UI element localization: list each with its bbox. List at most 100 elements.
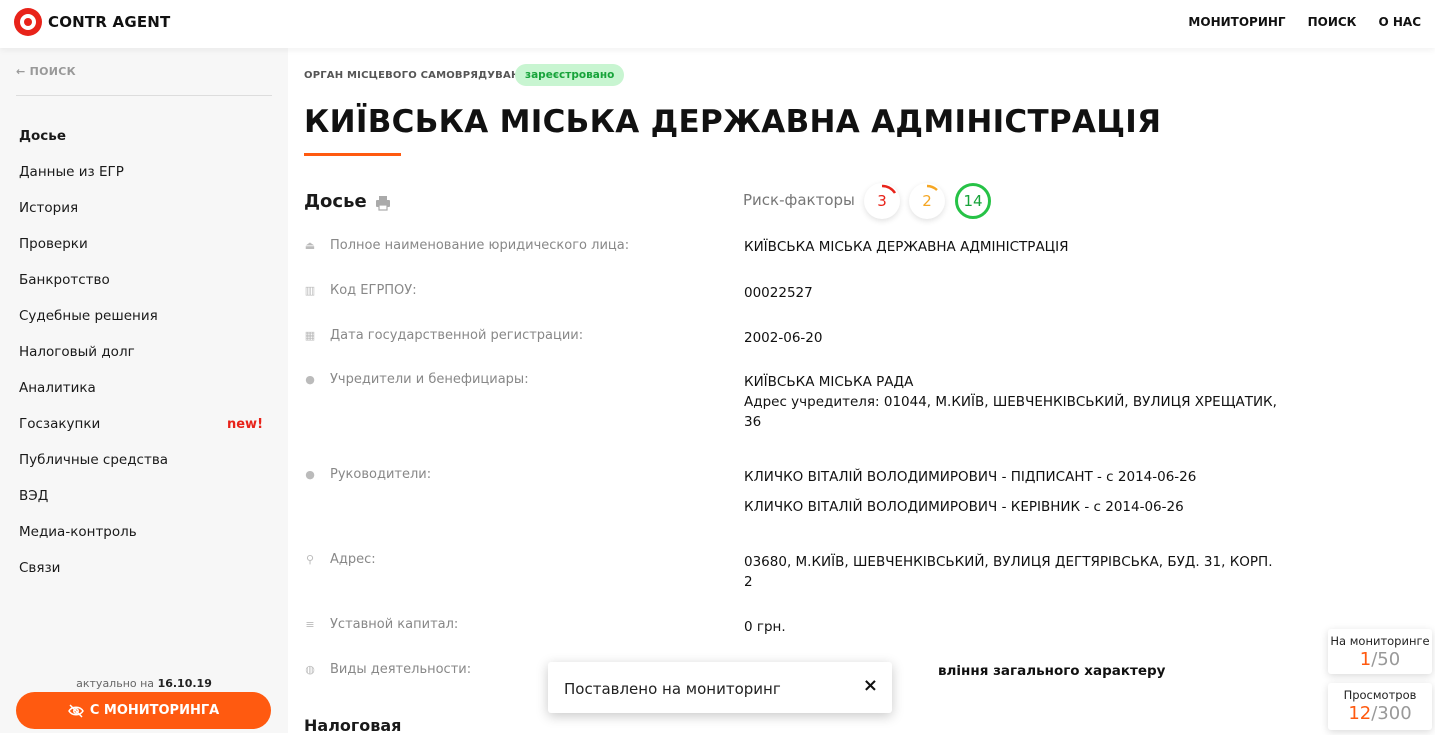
actual-date-note: актуально на 16.10.19 xyxy=(0,677,288,690)
value-text: 03680, М.КИЇВ, ШЕВЧЕНКІВСЬКИЙ, ВУЛИЦЯ ДЕ… xyxy=(744,554,1273,590)
sidebar-item-links[interactable]: Связи xyxy=(19,550,269,586)
value-text: КЛИЧКО ВІТАЛІЙ ВОЛОДИМИРОВИЧ - КЕРІВНИК … xyxy=(744,499,1184,515)
sidebar-item-label: Судебные решения xyxy=(19,308,158,324)
status-badge: зареєстровано xyxy=(515,64,625,86)
page-title: КИЇВСЬКА МІСЬКА ДЕРЖАВНА АДМІНІСТРАЦІЯ xyxy=(304,104,1162,140)
value-text: 2002-06-20 xyxy=(744,330,823,346)
sidebar-item-label: ВЭД xyxy=(19,488,49,504)
label-text: Уставной капитал: xyxy=(330,617,459,632)
sidebar-item-procurement[interactable]: Госзакупки new! xyxy=(19,406,269,442)
sidebar-menu: Досье Данные из ЕГР История Проверки Бан… xyxy=(19,118,269,586)
views-current: 12 xyxy=(1348,703,1372,724)
row-founders-label: ● Учредители и бенефициары: xyxy=(304,372,529,387)
row-address-value: 03680, М.КИЇВ, ШЕВЧЕНКІВСЬКИЙ, ВУЛИЦЯ ДЕ… xyxy=(744,552,1284,592)
sidebar-divider xyxy=(16,95,272,96)
row-capital-value: 0 грн. xyxy=(744,617,1284,637)
main-content: ОРГАН МІСЦЕВОГО САМОВРЯДУВАННЯ зареєстро… xyxy=(288,48,1435,735)
org-type: ОРГАН МІСЦЕВОГО САМОВРЯДУВАННЯ xyxy=(304,70,536,81)
risk-medium-arc xyxy=(926,184,938,191)
barcode-icon: ▥ xyxy=(304,284,316,297)
row-address-label: ⚲ Адрес: xyxy=(304,552,376,567)
toast-notification: Поставлено на мониторинг × xyxy=(548,662,892,713)
sidebar-item-public-funds[interactable]: Публичные средства xyxy=(19,442,269,478)
sidebar-item-tax-debt[interactable]: Налоговый долг xyxy=(19,334,269,370)
sidebar-item-analytics[interactable]: Аналитика xyxy=(19,370,269,406)
row-full-name-label: ⏏ Полное наименование юридического лица: xyxy=(304,238,629,253)
row-founders-value: КИЇВСЬКА МІСЬКА РАДА Адрес учредителя: 0… xyxy=(744,372,1284,432)
row-full-name-value: КИЇВСЬКА МІСЬКА ДЕРЖАВНА АДМІНІСТРАЦІЯ xyxy=(744,237,1284,257)
sidebar-item-media[interactable]: Медиа-контроль xyxy=(19,514,269,550)
label-text: Учредители и бенефициары: xyxy=(330,372,529,387)
actual-prefix: актуально на xyxy=(76,677,155,690)
sidebar-item-inspections[interactable]: Проверки xyxy=(19,226,269,262)
sidebar-item-dossier[interactable]: Досье xyxy=(19,118,269,154)
value-text: 00022527 xyxy=(744,285,813,301)
eye-off-icon xyxy=(67,703,84,718)
sidebar-item-label: Публичные средства xyxy=(19,452,169,468)
calendar-icon: ▦ xyxy=(304,329,316,342)
pin-icon: ⚲ xyxy=(305,553,315,566)
label-text: Код ЕГРПОУ: xyxy=(330,283,417,298)
risk-high-arc xyxy=(881,184,897,194)
globe-icon: ◍ xyxy=(305,663,315,676)
sidebar: ← ПОИСК Досье Данные из ЕГР История Пров… xyxy=(0,48,288,733)
sidebar-item-egr[interactable]: Данные из ЕГР xyxy=(19,154,269,190)
top-nav: МОНИТОРИНГ ПОИСК О НАС xyxy=(1188,15,1421,29)
sidebar-item-court[interactable]: Судебные решения xyxy=(19,298,269,334)
views-counter-value: 12/300 xyxy=(1328,703,1432,724)
back-to-search-link[interactable]: ← ПОИСК xyxy=(16,65,76,78)
sidebar-item-label: Медиа-контроль xyxy=(19,524,137,540)
name-icon: ⏏ xyxy=(304,239,316,252)
sidebar-item-label: Досье xyxy=(19,128,66,144)
logo[interactable]: CONTR AGENT xyxy=(14,8,170,36)
row-reg-date-label: ▦ Дата государственной регистрации: xyxy=(304,328,583,343)
label-text: Адрес: xyxy=(330,552,376,567)
row-capital-label: ≡ Уставной капитал: xyxy=(304,617,458,632)
actual-date: 16.10.19 xyxy=(157,677,212,690)
row-activities-label: ◍ Виды деятельности: xyxy=(304,662,471,677)
monitoring-counter-label: На мониторинге xyxy=(1330,634,1430,648)
value-text: Адрес учредителя: 01044, М.КИЇВ, ШЕВЧЕНК… xyxy=(744,394,1277,430)
sidebar-item-label: Данные из ЕГР xyxy=(19,164,124,180)
logo-icon xyxy=(14,8,42,36)
user-icon: ● xyxy=(305,468,315,481)
views-counter-label: Просмотров xyxy=(1343,688,1417,702)
row-edrpou-value: 00022527 xyxy=(744,283,1284,303)
nav-about[interactable]: О НАС xyxy=(1378,15,1421,29)
sidebar-item-history[interactable]: История xyxy=(19,190,269,226)
remove-monitoring-button[interactable]: С МОНИТОРИНГА xyxy=(16,692,271,729)
views-total: /300 xyxy=(1371,703,1412,724)
nav-search[interactable]: ПОИСК xyxy=(1308,15,1357,29)
sidebar-item-label: Проверки xyxy=(19,236,88,252)
sidebar-item-label: Налоговый долг xyxy=(19,344,135,360)
sidebar-item-bankruptcy[interactable]: Банкротство xyxy=(19,262,269,298)
sidebar-item-label: Аналитика xyxy=(19,380,96,396)
sidebar-item-ved[interactable]: ВЭД xyxy=(19,478,269,514)
tax-section-title: Налоговая xyxy=(304,716,402,735)
views-counter-card[interactable]: Просмотров 12/300 xyxy=(1328,683,1432,730)
section-title: Досье xyxy=(304,191,367,212)
coins-icon: ≡ xyxy=(305,618,315,631)
close-icon[interactable]: × xyxy=(863,675,878,696)
risk-factors-label: Риск-факторы xyxy=(743,191,855,209)
value-text: КЛИЧКО ВІТАЛІЙ ВОЛОДИМИРОВИЧ - ПІДПИСАНТ… xyxy=(744,469,1197,485)
monitoring-counter-value: 1/50 xyxy=(1328,649,1432,670)
sidebar-item-label: Связи xyxy=(19,560,61,576)
value-text: КИЇВСЬКА МІСЬКА ДЕРЖАВНА АДМІНІСТРАЦІЯ xyxy=(744,239,1069,255)
title-underline xyxy=(304,153,401,156)
monitoring-counter-card[interactable]: На мониторинге 1/50 xyxy=(1328,629,1432,674)
row-managers-label: ● Руководители: xyxy=(304,467,431,482)
toast-message: Поставлено на мониторинг xyxy=(564,680,781,698)
sidebar-item-label: Банкротство xyxy=(19,272,110,288)
user-icon: ● xyxy=(305,373,315,386)
nav-monitoring[interactable]: МОНИТОРИНГ xyxy=(1188,15,1285,29)
sidebar-item-label: Госзакупки xyxy=(19,416,101,432)
print-icon[interactable] xyxy=(375,195,391,211)
row-edrpou-label: ▥ Код ЕГРПОУ: xyxy=(304,283,417,298)
label-text: Виды деятельности: xyxy=(330,662,472,677)
risk-low-count[interactable]: 14 xyxy=(955,183,991,219)
label-text: Дата государственной регистрации: xyxy=(330,328,584,343)
monitoring-current: 1 xyxy=(1359,649,1372,670)
value-text: КИЇВСЬКА МІСЬКА РАДА xyxy=(744,374,914,390)
row-reg-date-value: 2002-06-20 xyxy=(744,328,1284,348)
